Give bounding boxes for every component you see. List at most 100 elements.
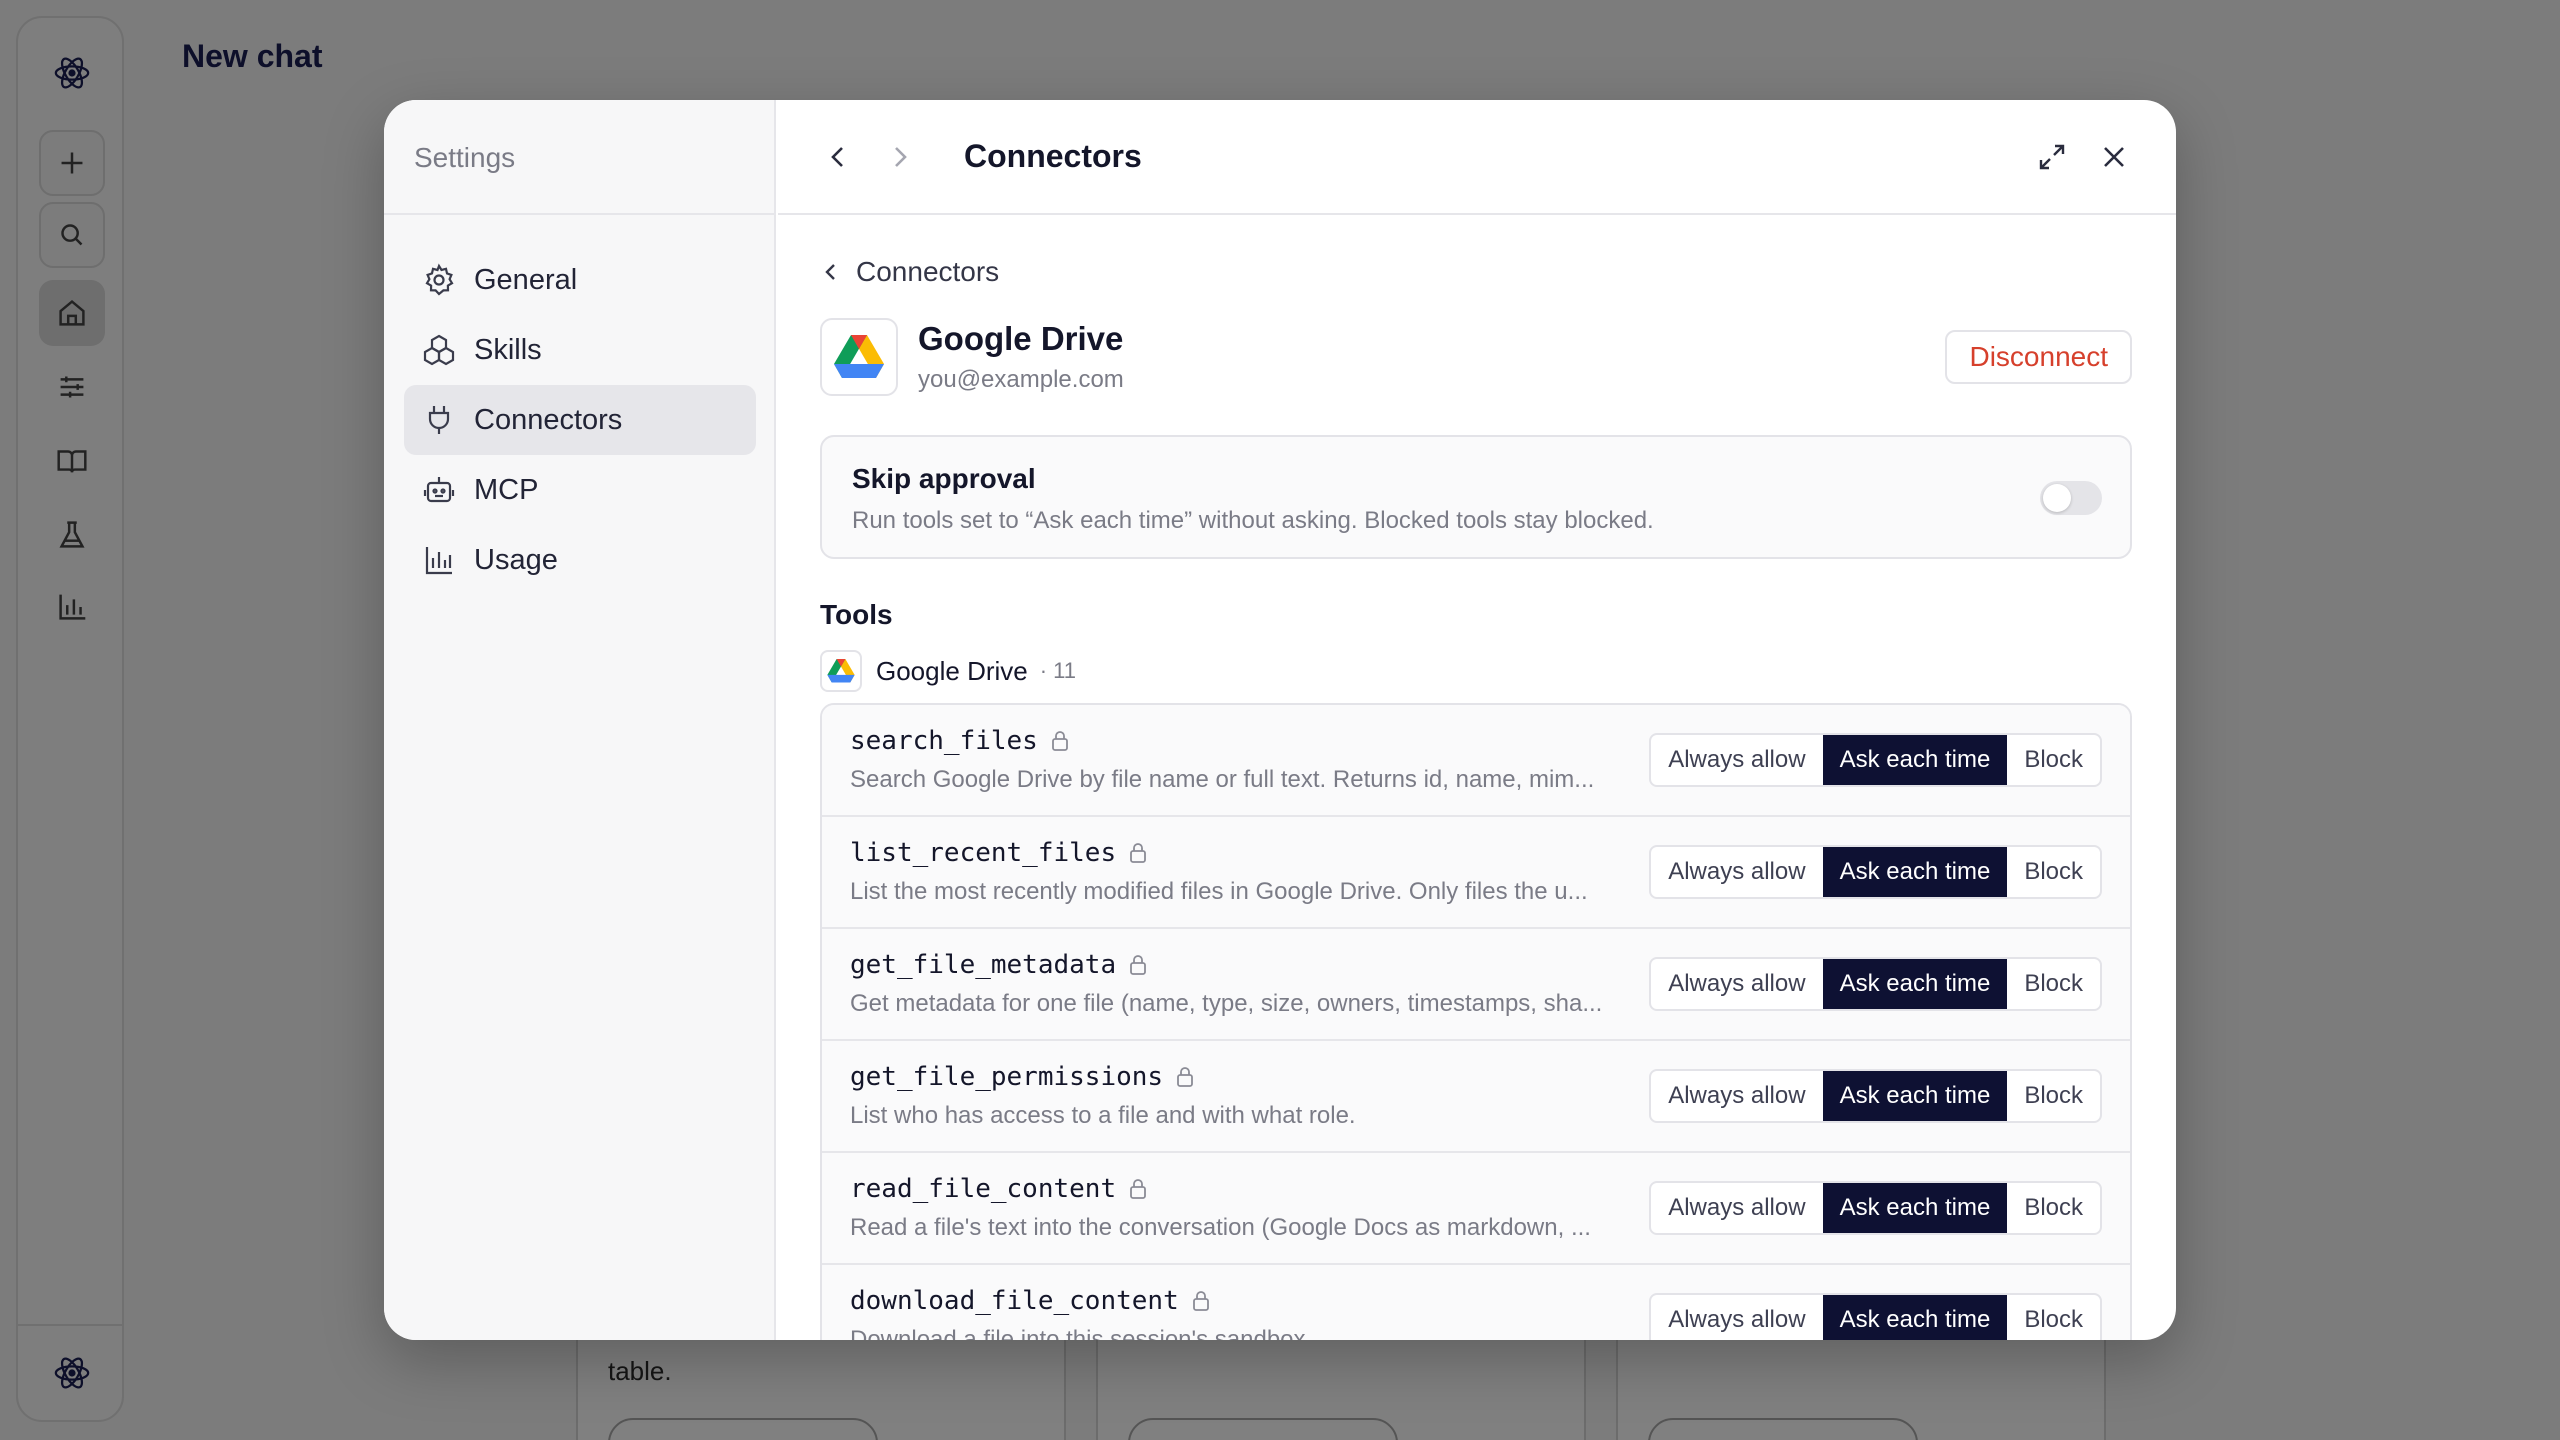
home-button[interactable] [39,280,105,346]
robot-icon [423,477,455,503]
tool-name-text: get_file_metadata [850,950,1117,980]
google-drive-logo [820,318,898,396]
nav-label: Connectors [474,403,623,436]
back-button[interactable] [818,137,858,177]
connector-email: you@example.com [918,366,1124,393]
ask-each-time-option[interactable]: Ask each time [1822,1295,2008,1340]
expand-button[interactable] [2030,135,2074,179]
ask-each-time-option[interactable]: Ask each time [1822,959,2008,1009]
settings-content: Connectors Connectors Google Drive you@e… [778,100,2176,1340]
google-drive-icon [834,335,884,378]
nav-label: Usage [474,543,558,576]
nav-label: MCP [474,473,539,506]
atom-logo-icon[interactable] [39,40,105,106]
analytics-button[interactable] [39,574,105,640]
skip-approval-toggle[interactable] [2040,481,2102,515]
block-option[interactable]: Block [2007,735,2100,785]
tool-name-text: get_file_permissions [850,1062,1164,1092]
always-allow-option[interactable]: Always allow [1651,847,1822,897]
block-option[interactable]: Block [2007,959,2100,1009]
tool-description: Read a file's text into the conversation… [850,1214,1591,1241]
permission-segmented-control: Always allow Ask each time Block [1649,845,2102,899]
disconnect-button[interactable]: Disconnect [1945,330,2132,384]
settings-nav: General Skills Connectors MCP Usage [384,215,774,595]
tool-row: read_file_content Read a file's text int… [822,1153,2130,1265]
card-button[interactable] [1648,1418,1918,1440]
permission-segmented-control: Always allow Ask each time Block [1649,1069,2102,1123]
tool-name-text: read_file_content [850,1174,1117,1204]
permission-segmented-control: Always allow Ask each time Block [1649,1181,2102,1235]
nav-item-skills[interactable]: Skills [404,315,756,385]
back-link-label: Connectors [856,256,1000,287]
tool-info: download_file_content Download a file in… [850,1286,1620,1340]
bar-chart-icon [425,547,452,575]
tool-name: read_file_content [850,1174,1620,1204]
tool-info: search_files Search Google Drive by file… [850,726,1620,794]
toggle-knob [2043,484,2071,512]
page-title: New chat [182,38,323,74]
connector-detail: Connectors Google Drive you@example.com … [778,215,2176,1340]
card-button[interactable] [1128,1418,1398,1440]
permission-segmented-control: Always allow Ask each time Block [1649,1293,2102,1340]
ask-each-time-option[interactable]: Ask each time [1822,1071,2008,1121]
nav-item-usage[interactable]: Usage [404,525,756,595]
tool-group-name: Google Drive [876,655,1028,686]
back-to-connectors-link[interactable]: Connectors [820,255,2132,289]
nav-item-connectors[interactable]: Connectors [404,385,756,455]
lock-icon [1130,955,1147,975]
always-allow-option[interactable]: Always allow [1651,959,1822,1009]
settings-modal: Settings General Skills Connectors MCP U… [384,100,2176,1340]
tune-button[interactable] [39,354,105,420]
forward-button[interactable] [880,137,920,177]
tool-description: List who has access to a file and with w… [850,1102,1356,1129]
tool-name-text: download_file_content [850,1286,1179,1316]
block-option[interactable]: Block [2007,1183,2100,1233]
close-button[interactable] [2092,135,2136,179]
book-icon [57,450,87,473]
always-allow-option[interactable]: Always allow [1651,1071,1822,1121]
lock-icon [1177,1067,1193,1087]
always-allow-option[interactable]: Always allow [1651,1295,1822,1340]
nav-item-mcp[interactable]: MCP [404,455,756,525]
lock-icon [1192,1291,1209,1311]
skip-approval-card: Skip approval Run tools set to “Ask each… [820,435,2132,559]
tool-group-count: · 11 [1039,658,1077,683]
tool-name: search_files [850,726,1620,756]
chevron-right-icon [895,146,907,167]
chevron-left-icon [831,146,843,167]
sliders-icon [60,376,84,398]
settings-page-title: Connectors [964,138,1142,174]
ask-each-time-option[interactable]: Ask each time [1822,1183,2008,1233]
cubes-icon [423,334,455,366]
lab-button[interactable] [39,502,105,568]
tool-row: list_recent_files List the most recently… [822,817,2130,929]
expand-icon [2039,144,2065,169]
always-allow-option[interactable]: Always allow [1651,735,1822,785]
always-allow-option[interactable]: Always allow [1651,1183,1822,1233]
tool-info: get_file_metadata Get metadata for one f… [850,950,1620,1018]
close-icon [2104,146,2124,167]
tool-description: Download a file into this session's sand… [850,1326,1333,1340]
tool-name: get_file_metadata [850,950,1620,980]
library-button[interactable] [39,428,105,494]
ask-each-time-option[interactable]: Ask each time [1822,735,2008,785]
tool-info: get_file_permissions List who has access… [850,1062,1620,1130]
lock-icon [1130,843,1147,863]
new-chat-button[interactable] [39,130,105,196]
card-button[interactable] [608,1418,878,1440]
tool-name-text: search_files [850,726,1038,756]
flask-icon [59,521,85,548]
search-button[interactable] [39,202,105,268]
block-option[interactable]: Block [2007,847,2100,897]
nav-item-general[interactable]: General [404,245,756,315]
block-option[interactable]: Block [2007,1295,2100,1340]
tool-row: get_file_metadata Get metadata for one f… [822,929,2130,1041]
ask-each-time-option[interactable]: Ask each time [1822,847,2008,897]
google-drive-logo [820,650,862,692]
home-icon [59,299,85,326]
block-option[interactable]: Block [2007,1071,2100,1121]
tool-name: list_recent_files [850,838,1620,868]
skip-approval-description: Run tools set to “Ask each time” without… [852,507,1654,534]
sidebar-title: Settings [384,100,774,215]
atom-logo-icon[interactable] [39,1340,105,1406]
